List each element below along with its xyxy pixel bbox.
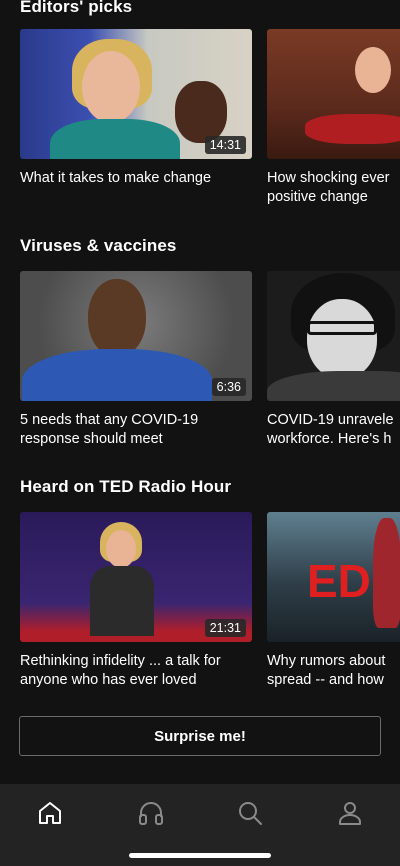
video-card[interactable]: 6:36 5 needs that any COVID-19 response … — [20, 271, 252, 448]
video-card[interactable]: 21:31 Rethinking infidelity ... a talk f… — [20, 512, 252, 689]
carousel-editors-picks[interactable]: 14:31 What it takes to make change How s… — [0, 29, 400, 219]
video-title[interactable]: How shocking ever positive change — [267, 169, 400, 206]
headphones-icon — [139, 802, 163, 825]
tab-home[interactable] — [35, 798, 65, 828]
video-title[interactable]: Rethinking infidelity ... a talk for any… — [20, 652, 252, 689]
video-thumbnail[interactable]: 6:36 — [20, 271, 252, 401]
tab-profile[interactable] — [335, 798, 365, 828]
tab-listen[interactable] — [136, 798, 166, 828]
video-thumbnail[interactable] — [267, 271, 400, 401]
video-card[interactable]: How shocking ever positive change — [267, 29, 400, 206]
video-thumbnail[interactable]: 21:31 — [20, 512, 252, 642]
carousel-ted-radio-hour[interactable]: 21:31 Rethinking infidelity ... a talk f… — [0, 512, 400, 702]
duration-badge: 14:31 — [204, 136, 246, 154]
video-title[interactable]: 5 needs that any COVID-19 response shoul… — [20, 411, 252, 448]
home-icon — [39, 802, 61, 824]
section-title-ted-radio-hour: Heard on TED Radio Hour — [20, 477, 232, 496]
surprise-me-button[interactable]: Surprise me! — [19, 716, 381, 756]
video-card[interactable]: 14:31 What it takes to make change — [20, 29, 252, 188]
search-icon — [239, 802, 262, 825]
video-title[interactable]: Why rumors about spread -- and how — [267, 652, 400, 689]
video-thumbnail[interactable]: 14:31 — [20, 29, 252, 159]
section-title-editors-picks: Editors' picks — [20, 0, 133, 16]
video-thumbnail[interactable] — [267, 29, 400, 159]
duration-badge: 21:31 — [204, 619, 246, 637]
video-thumbnail[interactable]: ED — [267, 512, 400, 642]
home-indicator[interactable] — [129, 853, 271, 858]
video-card[interactable]: COVID-19 unravele workforce. Here's h — [267, 271, 400, 448]
carousel-viruses-vaccines[interactable]: 6:36 5 needs that any COVID-19 response … — [0, 271, 400, 461]
video-card[interactable]: ED Why rumors about spread -- and how — [267, 512, 400, 689]
section-title-viruses-vaccines: Viruses & vaccines — [20, 236, 177, 255]
video-title[interactable]: COVID-19 unravele workforce. Here's h — [267, 411, 400, 448]
video-title[interactable]: What it takes to make change — [20, 169, 252, 188]
duration-badge: 6:36 — [211, 378, 246, 396]
ted-logo: ED — [307, 555, 371, 607]
tab-search[interactable] — [235, 798, 265, 828]
profile-icon — [339, 802, 361, 825]
